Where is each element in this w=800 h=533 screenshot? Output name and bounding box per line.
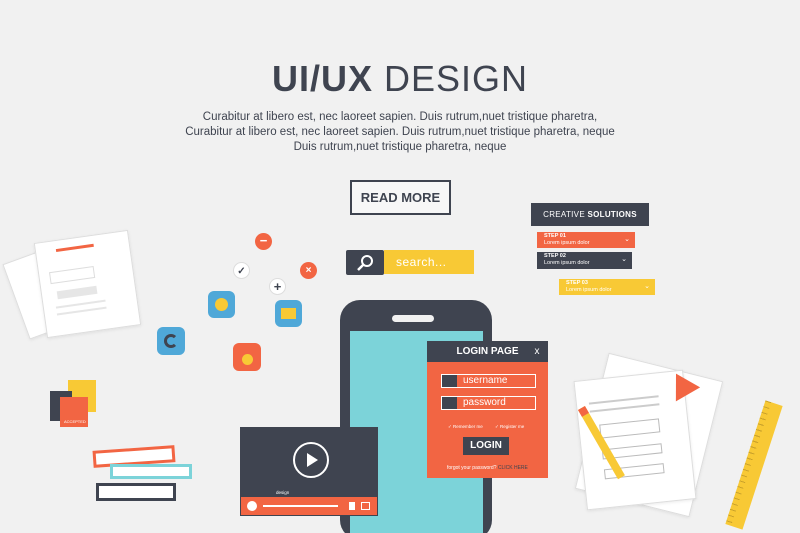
step-label: STEP 01 [544,233,566,239]
chevron-down-icon: ⌄ [624,236,630,243]
title-bold: UI/UX [271,58,373,99]
user-icon [442,375,457,387]
chevron-down-icon: ⌄ [621,256,627,263]
outline-bar-dark [96,483,176,501]
page-title: UI/UX DESIGN [0,58,800,100]
login-button[interactable]: LOGIN [463,437,509,455]
cs-title-bold: SOLUTIONS [587,210,637,219]
magnifier-icon [357,255,373,271]
plus-icon[interactable]: + [269,278,286,295]
paper-input [48,265,96,285]
close-icon[interactable]: x [530,341,544,362]
forgot-password[interactable]: forgot your password? CLICK HERE [447,465,537,471]
step-01[interactable]: STEP 01 Lorem ipsum dolor ⌄ [537,232,635,248]
step-sub: Lorem ipsum dolor [544,240,590,246]
video-controls[interactable] [241,497,377,515]
mail-icon[interactable] [275,300,302,327]
description-line: Duis rutrum,nuet tristique pharetra, neq… [293,141,507,153]
forgot-text: forgot your password? [447,465,497,471]
username-placeholder: username [463,375,508,386]
username-field[interactable]: username [441,374,536,388]
paper-line [56,306,107,316]
cs-title-light: CREATIVE [543,210,588,219]
description-line: Curabitur at libero est, nec laoreet sap… [185,126,615,138]
click-here-link[interactable]: CLICK HERE [498,465,528,471]
close-icon[interactable]: × [300,262,317,279]
creative-solutions-title: CREATIVE SOLUTIONS [531,203,649,226]
lock-icon [442,397,457,409]
fullscreen-icon[interactable] [361,502,370,510]
description-line: Curabitur at libero est, nec laoreet sap… [202,111,598,123]
sun-icon[interactable] [208,291,235,318]
play-small-icon[interactable] [247,501,257,511]
chevron-down-icon: ⌄ [644,283,650,290]
progress-track[interactable] [263,505,338,507]
step-03[interactable]: STEP 03 Lorem ipsum dolor ⌄ [559,279,655,295]
step-label: STEP 03 [566,280,588,286]
play-icon[interactable] [293,442,329,478]
paper-sheet [33,229,142,339]
step-sub: Lorem ipsum dolor [544,260,590,266]
video-title: design [276,490,290,495]
password-placeholder: password [463,397,506,408]
paper-accent-line [55,243,94,253]
search-button[interactable] [346,250,384,275]
description: Curabitur at libero est, nec laoreet sap… [180,110,620,155]
paper-block [56,285,98,300]
check-icon[interactable]: ✓ [233,262,250,279]
title-light: DESIGN [372,58,529,99]
password-field[interactable]: password [441,396,536,410]
step-label: STEP 02 [544,253,566,259]
volume-icon[interactable] [349,502,355,510]
outline-bar-teal [110,464,192,479]
phone-speaker [392,315,434,322]
search-input[interactable]: search... [384,250,474,274]
step-02[interactable]: STEP 02 Lorem ipsum dolor ⌄ [537,252,632,269]
swatch-label: ACCEPTED [64,419,86,424]
minus-icon[interactable]: − [255,233,272,250]
read-more-button[interactable]: READ MORE [350,180,451,215]
medal-icon[interactable] [233,343,261,371]
remember-checkbox[interactable]: ✓ Remember me [448,424,483,430]
step-sub: Lorem ipsum dolor [566,287,612,293]
register-checkbox[interactable]: ✓ Register me [495,424,524,430]
ruler-icon [725,400,783,530]
refresh-icon[interactable] [157,327,185,355]
